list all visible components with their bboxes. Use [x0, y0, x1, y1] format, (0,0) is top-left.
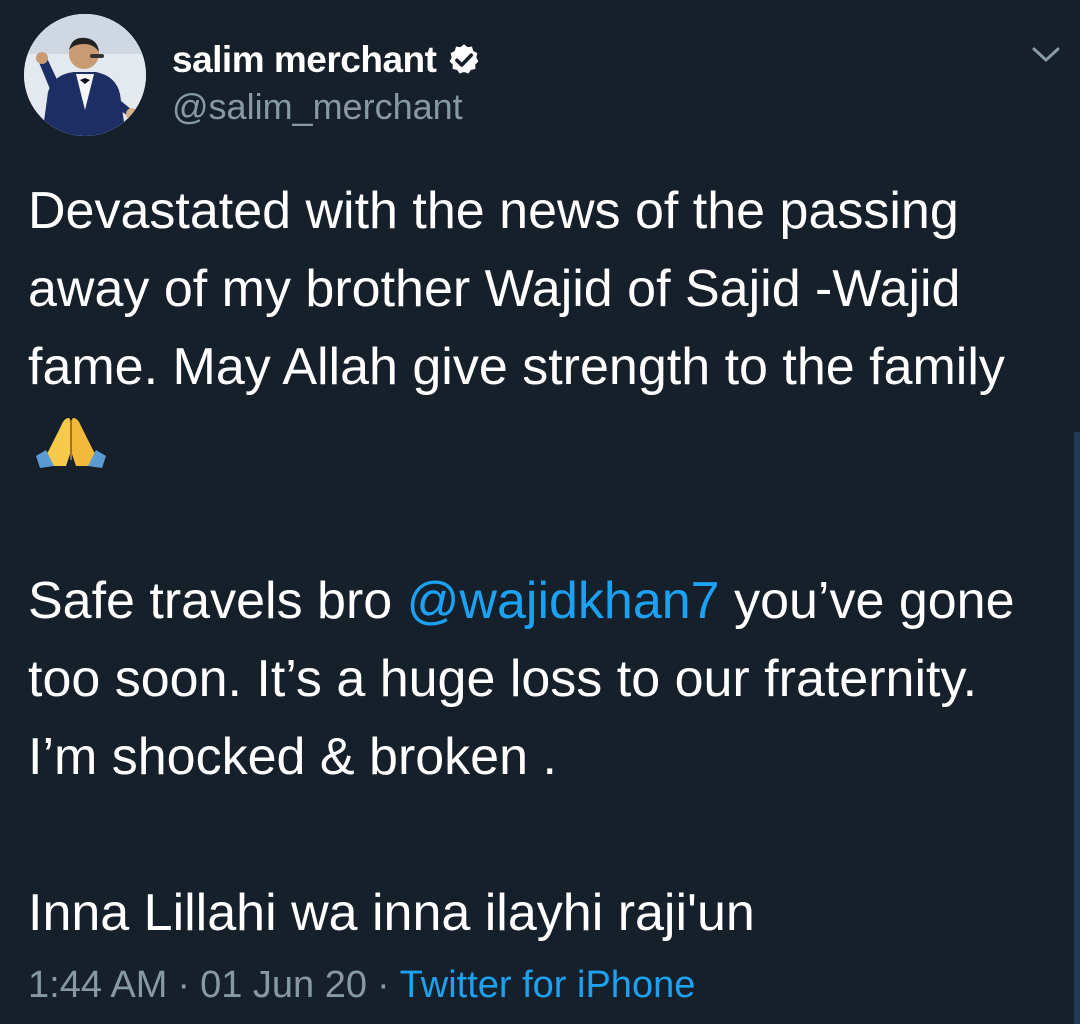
- author-handle[interactable]: @salim_merchant: [172, 86, 463, 128]
- meta-separator: ·: [177, 964, 191, 1006]
- tweet-paragraph-2: Safe travels bro @wajidkhan7 you’ve gone…: [28, 562, 1058, 796]
- paragraph-2-prefix: Safe travels bro: [28, 572, 393, 630]
- tweet-meta: 1:44 AM · 01 Jun 20 · Twitter for iPhone: [28, 964, 695, 1007]
- display-name-row: salim merchant: [172, 36, 482, 84]
- mention-link[interactable]: @wajidkhan7: [407, 572, 720, 630]
- tweet-paragraph-1: Devastated with the news of the passing …: [28, 172, 1058, 484]
- paragraph-1-text: Devastated with the news of the passing …: [28, 182, 1005, 396]
- meta-separator: ·: [377, 964, 390, 1006]
- scroll-indicator[interactable]: [1074, 432, 1080, 1024]
- singer-avatar-icon: [24, 14, 146, 136]
- chevron-down-icon[interactable]: [1028, 40, 1064, 68]
- tweet-text: Devastated with the news of the passing …: [28, 172, 1058, 952]
- tweet: salim merchant @salim_merchant Devastate…: [0, 0, 1080, 1024]
- tweet-paragraph-3: Inna Lillahi wa inna ilayhi raji'un: [28, 884, 755, 942]
- display-name[interactable]: salim merchant: [172, 39, 437, 81]
- tweet-header: salim merchant @salim_merchant: [24, 14, 1064, 144]
- verified-badge-icon: [450, 44, 479, 74]
- folded-hands-icon: [36, 418, 106, 468]
- tweet-date[interactable]: 01 Jun 20: [200, 964, 367, 1006]
- source-link[interactable]: Twitter for iPhone: [400, 964, 696, 1006]
- avatar[interactable]: [24, 14, 146, 136]
- tweet-time[interactable]: 1:44 AM: [28, 964, 167, 1006]
